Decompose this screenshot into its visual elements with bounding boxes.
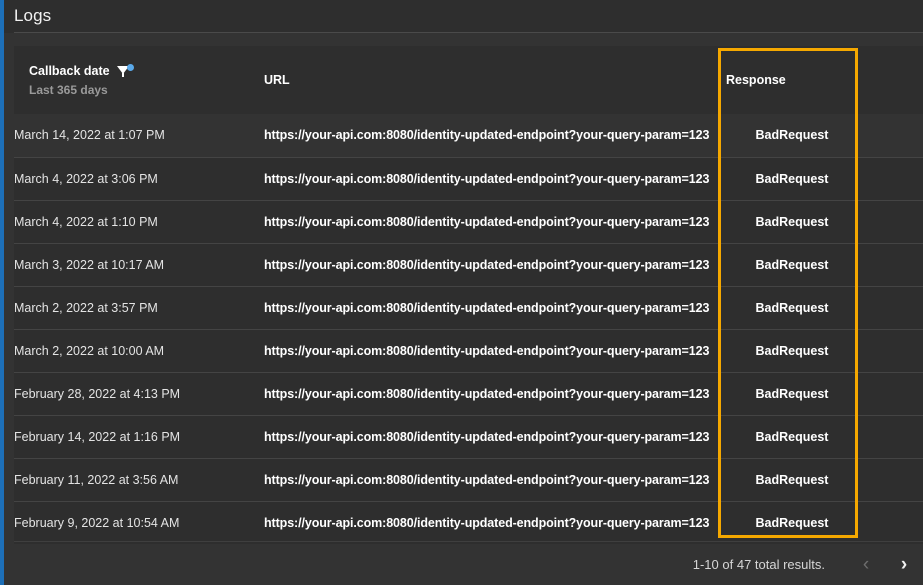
cell-response: BadRequest: [726, 114, 858, 157]
cell-spacer: [858, 286, 923, 329]
cell-url: https://your-api.com:8080/identity-updat…: [264, 329, 726, 372]
cell-response: BadRequest: [726, 157, 858, 200]
table-row[interactable]: March 2, 2022 at 3:57 PMhttps://your-api…: [14, 286, 923, 329]
cell-callback-date: February 14, 2022 at 1:16 PM: [14, 415, 264, 458]
table-row[interactable]: March 14, 2022 at 1:07 PMhttps://your-ap…: [14, 114, 923, 157]
column-header-callback-date[interactable]: Callback date Last 365 days: [14, 46, 264, 114]
cell-response: BadRequest: [726, 458, 858, 501]
cell-url: https://your-api.com:8080/identity-updat…: [264, 157, 726, 200]
table-row[interactable]: March 4, 2022 at 1:10 PMhttps://your-api…: [14, 200, 923, 243]
cell-url: https://your-api.com:8080/identity-updat…: [264, 372, 726, 415]
pagination-prev-button[interactable]: ‹: [847, 550, 885, 580]
filter-funnel-icon[interactable]: [117, 64, 132, 78]
column-header-url[interactable]: URL: [264, 46, 726, 114]
cell-response: BadRequest: [726, 200, 858, 243]
cell-url: https://your-api.com:8080/identity-updat…: [264, 458, 726, 501]
table-row[interactable]: March 3, 2022 at 10:17 AMhttps://your-ap…: [14, 243, 923, 286]
cell-callback-date: March 2, 2022 at 10:00 AM: [14, 329, 264, 372]
cell-response: BadRequest: [726, 243, 858, 286]
left-accent-rail: [0, 0, 4, 585]
cell-spacer: [858, 458, 923, 501]
table-footer-divider: [14, 541, 923, 542]
cell-callback-date: February 11, 2022 at 3:56 AM: [14, 458, 264, 501]
cell-response: BadRequest: [726, 372, 858, 415]
cell-spacer: [858, 200, 923, 243]
column-header-callback-date-sublabel: Last 365 days: [29, 83, 264, 97]
logs-table: Callback date Last 365 days URL Response: [14, 46, 923, 544]
cell-spacer: [858, 114, 923, 157]
table-header-row: Callback date Last 365 days URL Response: [14, 46, 923, 114]
cell-spacer: [858, 157, 923, 200]
table-row[interactable]: February 28, 2022 at 4:13 PMhttps://your…: [14, 372, 923, 415]
table-row[interactable]: February 9, 2022 at 10:54 AMhttps://your…: [14, 501, 923, 544]
cell-url: https://your-api.com:8080/identity-updat…: [264, 415, 726, 458]
page-header: Logs: [0, 0, 923, 33]
cell-callback-date: February 9, 2022 at 10:54 AM: [14, 501, 264, 544]
cell-spacer: [858, 372, 923, 415]
chevron-right-icon: ›: [901, 555, 907, 574]
cell-url: https://your-api.com:8080/identity-updat…: [264, 200, 726, 243]
cell-callback-date: February 28, 2022 at 4:13 PM: [14, 372, 264, 415]
cell-spacer: [858, 243, 923, 286]
table-row[interactable]: February 14, 2022 at 1:16 PMhttps://your…: [14, 415, 923, 458]
cell-url: https://your-api.com:8080/identity-updat…: [264, 501, 726, 544]
chevron-left-icon: ‹: [863, 555, 869, 574]
cell-response: BadRequest: [726, 501, 858, 544]
cell-spacer: [858, 501, 923, 544]
column-header-spacer: [858, 46, 923, 114]
header-divider: [14, 32, 923, 33]
cell-callback-date: March 2, 2022 at 3:57 PM: [14, 286, 264, 329]
cell-response: BadRequest: [726, 415, 858, 458]
table-body: March 14, 2022 at 1:07 PMhttps://your-ap…: [14, 114, 923, 544]
cell-url: https://your-api.com:8080/identity-updat…: [264, 114, 726, 157]
pagination-summary: 1-10 of 47 total results.: [693, 557, 825, 572]
column-header-callback-date-label: Callback date: [29, 64, 110, 78]
table-row[interactable]: March 2, 2022 at 10:00 AMhttps://your-ap…: [14, 329, 923, 372]
table-row[interactable]: March 4, 2022 at 3:06 PMhttps://your-api…: [14, 157, 923, 200]
column-header-response[interactable]: Response: [726, 46, 858, 114]
pagination: 1-10 of 47 total results. ‹ ›: [503, 548, 923, 581]
logs-table-card: Callback date Last 365 days URL Response: [14, 46, 923, 544]
cell-spacer: [858, 415, 923, 458]
cell-spacer: [858, 329, 923, 372]
cell-callback-date: March 14, 2022 at 1:07 PM: [14, 114, 264, 157]
cell-url: https://your-api.com:8080/identity-updat…: [264, 243, 726, 286]
table-header: Callback date Last 365 days URL Response: [14, 46, 923, 114]
cell-callback-date: March 4, 2022 at 1:10 PM: [14, 200, 264, 243]
cell-callback-date: March 3, 2022 at 10:17 AM: [14, 243, 264, 286]
pagination-next-button[interactable]: ›: [885, 550, 923, 580]
cell-url: https://your-api.com:8080/identity-updat…: [264, 286, 726, 329]
cell-response: BadRequest: [726, 286, 858, 329]
table-row[interactable]: February 11, 2022 at 3:56 AMhttps://your…: [14, 458, 923, 501]
cell-callback-date: March 4, 2022 at 3:06 PM: [14, 157, 264, 200]
filter-active-badge-icon: [127, 64, 134, 71]
page-title: Logs: [14, 6, 51, 26]
cell-response: BadRequest: [726, 329, 858, 372]
